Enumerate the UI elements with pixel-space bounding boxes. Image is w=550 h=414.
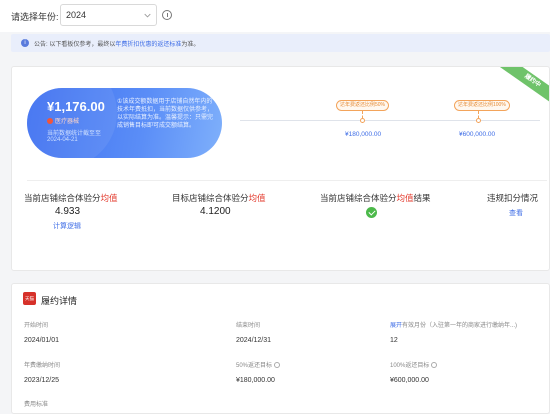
info-icon: i bbox=[21, 39, 29, 47]
score-result-label-text: 当前店铺综合体验分 bbox=[320, 193, 397, 203]
performance-detail-card bbox=[11, 283, 550, 414]
notice-text: 公告: 以下看板仅参考，最终以年费折扣优惠的返还标准为准。 bbox=[34, 39, 199, 48]
view-violations-link[interactable]: 查看 bbox=[509, 208, 523, 218]
current-score-label-text: 当前店铺综合体验分 bbox=[24, 193, 101, 203]
category-badge: 医疗器械 bbox=[47, 116, 79, 125]
info-icon[interactable] bbox=[162, 10, 172, 20]
milestone-amount-50: ¥180,000.00 bbox=[345, 131, 382, 138]
target-50-value: ¥180,000.00 bbox=[236, 377, 275, 384]
valid-months-label-text: 有效月份（入驻第一年的商家进行缴纳年...) bbox=[402, 323, 518, 329]
score-result-label-after: 结果 bbox=[413, 193, 431, 203]
category-label: 医疗器械 bbox=[55, 119, 80, 125]
fee-payment-time-label: 年费缴纳时间 bbox=[24, 363, 61, 369]
filter-bar: 请选择年份: 2024 bbox=[0, 0, 550, 32]
start-time-value: 2024/01/01 bbox=[24, 337, 60, 344]
category-icon bbox=[47, 118, 53, 125]
valid-months-value: 12 bbox=[390, 337, 398, 344]
year-select-label: 请选择年份: bbox=[11, 12, 59, 22]
target-100-label: 100%返还目标 bbox=[390, 360, 438, 369]
help-icon[interactable] bbox=[431, 362, 438, 369]
calculation-logic-link[interactable]: 计算逻辑 bbox=[53, 221, 81, 231]
score-result-label-red: 均值 bbox=[396, 193, 414, 203]
target-score-label-text: 目标店铺综合体验分 bbox=[172, 193, 249, 203]
target-score-value: 4.1200 bbox=[200, 206, 231, 217]
notice-bar: i 公告: 以下看板仅参考，最终以年费折扣优惠的返还标准为准。 bbox=[11, 34, 550, 52]
year-select-value: 2024 bbox=[66, 10, 87, 20]
end-time-label: 结束时间 bbox=[236, 323, 261, 329]
milestone-dot bbox=[360, 118, 365, 123]
violation-label: 违规扣分情况 bbox=[487, 193, 539, 203]
milestone-tag-100: 达年费返还比例100% bbox=[454, 100, 510, 111]
current-score-value: 4.933 bbox=[55, 206, 81, 217]
chevron-down-icon bbox=[144, 13, 151, 18]
target-50-label: 50%返还目标 bbox=[236, 360, 281, 369]
target-score-label: 目标店铺综合体验分均值 bbox=[172, 192, 266, 204]
current-score-label-red: 均值 bbox=[100, 193, 118, 203]
notice-text-after: 为准。 bbox=[181, 42, 200, 48]
progress-timeline bbox=[240, 120, 540, 121]
notice-prefix: 公告: bbox=[34, 42, 48, 48]
sales-amount: ¥1,176.00 bbox=[47, 99, 105, 114]
fee-payment-time-value: 2023/12/25 bbox=[24, 377, 60, 384]
start-time-label: 开始时间 bbox=[24, 323, 49, 329]
expand-link[interactable]: 展开 bbox=[390, 323, 402, 329]
milestone-amount-100: ¥600,000.00 bbox=[459, 131, 496, 138]
check-icon bbox=[366, 207, 377, 218]
performance-title: 履约详情 bbox=[41, 296, 78, 306]
target-100-label-text: 100%返还目标 bbox=[390, 363, 430, 369]
notice-text-before: 以下看板仅参考，最终以 bbox=[49, 42, 116, 48]
data-cutoff-note: 当前数据统计截至至 bbox=[47, 131, 102, 137]
current-score-label: 当前店铺综合体验分均值 bbox=[24, 192, 118, 204]
tmall-logo-icon: 天猫 bbox=[23, 292, 36, 305]
target-50-label-text: 50%返还目标 bbox=[236, 363, 273, 369]
help-icon[interactable] bbox=[274, 362, 281, 369]
data-cutoff-date: 2024-04-21 bbox=[47, 137, 78, 143]
sales-description: ①该成交额数据用于店铺自然年内的技术年费抵扣，当前数据仅供参考，以实际结算为准。… bbox=[117, 99, 214, 129]
end-time-value: 2024/12/31 bbox=[236, 337, 272, 344]
target-score-label-red: 均值 bbox=[248, 193, 266, 203]
year-select[interactable]: 2024 bbox=[60, 4, 157, 26]
target-100-value: ¥600,000.00 bbox=[390, 377, 429, 384]
score-result-label: 当前店铺综合体验分均值结果 bbox=[320, 192, 431, 204]
divider bbox=[27, 180, 547, 181]
milestone-dot bbox=[476, 118, 481, 123]
fee-standard-label: 费用标准 bbox=[24, 402, 49, 408]
milestone-tag-50: 达年费返还比例50% bbox=[336, 100, 390, 111]
notice-link[interactable]: 年费折扣优惠的返还标准 bbox=[115, 42, 181, 48]
valid-months-label: 展开有效月份（入驻第一年的商家进行缴纳年...) bbox=[390, 320, 517, 329]
